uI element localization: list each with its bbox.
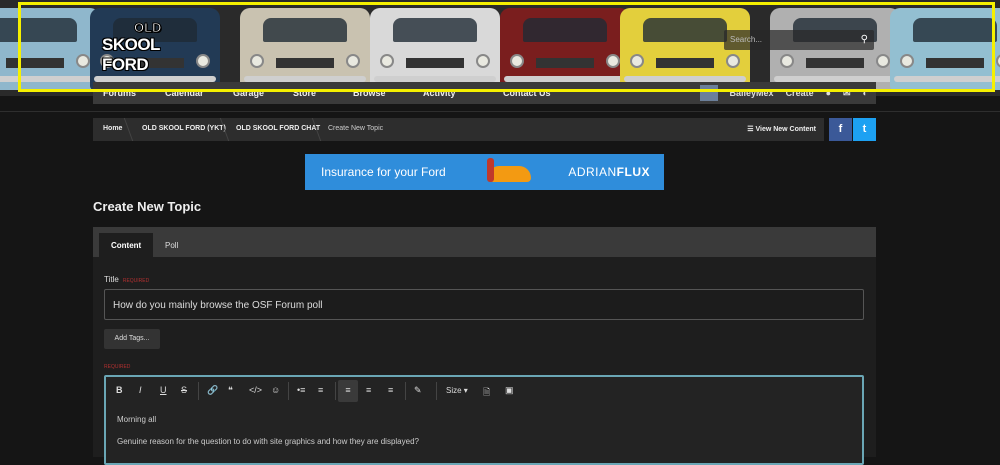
toolbar-separator [436,382,437,400]
view-new-content-link[interactable]: ☰ View New Content [747,125,816,133]
size-label: Size [446,386,462,395]
code-icon[interactable]: </> [249,385,262,395]
tab-poll[interactable]: Poll [153,233,190,257]
ad-banner[interactable]: Insurance for your Ford ADRIANFLUX [305,154,664,190]
tab-content[interactable]: Content [99,233,154,257]
title-input[interactable]: How do you mainly browse the OSF Forum p… [104,289,864,320]
font-size-dropdown[interactable]: Size ▾ [446,386,468,395]
toolbar-separator [198,382,199,400]
ad-brand-a: ADRIAN [568,165,617,179]
add-tags-button[interactable]: Add Tags... [104,329,160,349]
divider [0,111,1000,112]
align-center-icon[interactable]: ≡ [366,385,371,395]
ad-brand-b: FLUX [616,165,650,179]
form-panel: Content Poll Title REQUIRED How do you ma… [93,227,876,465]
ad-text: Insurance for your Ford [321,165,446,179]
highlight-box [18,2,995,92]
preview-icon[interactable]: ▣ [505,385,514,396]
required-tag: REQUIRED [122,278,150,284]
ad-brand: ADRIANFLUX [568,165,650,179]
rich-text-editor[interactable]: B I U S 🔗 ❝ </> ☺ •≡ ≡ ≡ ≡ ≡ ✎ Size ▾ 🗎 … [104,375,864,465]
quote-icon[interactable]: ❝ [228,385,233,396]
view-new-label: View New Content [755,126,816,133]
strikethrough-icon[interactable]: S [181,385,187,395]
document-icon[interactable]: 🗎 [483,385,490,401]
toolbar-separator [288,382,289,400]
underline-icon[interactable]: U [160,385,167,395]
align-right-icon[interactable]: ≡ [388,385,393,395]
page-title: Create New Topic [93,199,202,214]
toolbar-separator [335,382,336,400]
car-icon [489,166,531,182]
tab-bar: Content Poll [93,227,876,257]
crumb-current: Create New Topic [328,125,384,132]
text-color-icon[interactable]: ✎ [414,385,422,396]
toolbar-separator [405,382,406,400]
title-label: Title REQUIRED [104,275,149,284]
emoji-icon[interactable]: ☺ [271,385,280,395]
editor-line1: Morning all [117,415,157,424]
title-label-text: Title [104,275,119,284]
editor-toolbar: B I U S 🔗 ❝ </> ☺ •≡ ≡ ≡ ≡ ≡ ✎ Size ▾ 🗎 … [106,377,862,405]
align-left-icon[interactable]: ≡ [338,380,358,402]
person-icon [487,158,494,182]
bold-icon[interactable]: B [116,385,123,395]
twitter-icon[interactable]: t [853,118,876,141]
numbered-list-icon[interactable]: ≡ [318,385,323,395]
bullet-list-icon[interactable]: •≡ [297,385,305,395]
facebook-icon[interactable]: f [829,118,852,141]
link-icon[interactable]: 🔗 [207,385,218,396]
breadcrumb: Home OLD SKOOL FORD (YKT) OLD SKOOL FORD… [93,118,824,141]
italic-icon[interactable]: I [139,385,142,395]
editor-required-tag: REQUIRED [104,364,131,370]
